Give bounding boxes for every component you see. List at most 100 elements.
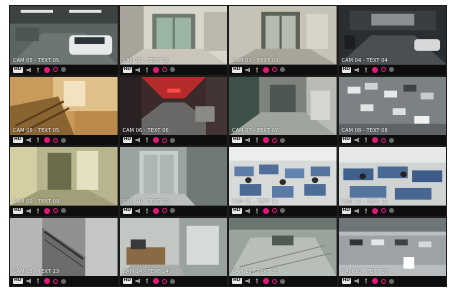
camera-tile[interactable]: CAM 03 - TEXT 03 HD <box>229 6 337 75</box>
camera-feed[interactable] <box>119 217 227 276</box>
status-dot-icon <box>389 278 395 284</box>
motion-icon <box>254 137 260 143</box>
hd-badge: HD <box>122 137 133 143</box>
alarm-icon <box>381 137 387 143</box>
camera-feed[interactable] <box>229 6 337 65</box>
audio-icon <box>245 137 251 143</box>
camera-status-bar: HD <box>119 64 227 75</box>
alarm-icon <box>162 278 168 284</box>
alarm-icon <box>162 67 168 72</box>
camera-tile[interactable]: CAM 13 - TEXT 13 HD <box>10 217 118 286</box>
record-icon <box>262 207 269 214</box>
motion-icon <box>35 67 41 73</box>
camera-feed[interactable] <box>10 6 118 65</box>
record-icon <box>372 137 379 143</box>
camera-status-bar: HD <box>10 276 118 286</box>
camera-feed[interactable] <box>229 147 337 206</box>
camera-status-bar: HD <box>119 205 227 216</box>
alarm-icon <box>52 67 58 72</box>
camera-tile[interactable]: CAM 02 - TEXT 02 HD <box>119 6 227 75</box>
camera-tile[interactable]: CAM 04 - TEXT 04 HD <box>338 6 446 75</box>
camera-label: CAM 08 - TEXT 08 <box>341 128 388 134</box>
alarm-icon <box>271 67 277 72</box>
hd-badge: HD <box>13 66 23 73</box>
motion-icon <box>254 67 260 73</box>
alarm-icon <box>381 208 387 213</box>
camera-feed[interactable] <box>10 76 118 135</box>
hd-badge: HD <box>232 137 242 143</box>
record-icon <box>153 66 160 73</box>
camera-label: CAM 15 - TEXT 15 <box>232 269 279 275</box>
camera-label: CAM 13 - TEXT 13 <box>13 269 60 275</box>
hd-badge: HD <box>122 278 133 284</box>
camera-feed[interactable] <box>10 147 118 206</box>
record-icon <box>43 137 50 143</box>
status-dot-icon <box>279 137 285 143</box>
alarm-icon <box>52 208 58 213</box>
record-icon <box>372 66 379 73</box>
camera-feed[interactable] <box>119 76 227 135</box>
camera-label: CAM 04 - TEXT 04 <box>341 57 388 64</box>
motion-icon <box>144 137 150 143</box>
camera-tile[interactable]: CAM 16 - TEXT 16 HD <box>338 217 446 286</box>
camera-label: CAM 09 - TEXT 09 <box>13 198 60 205</box>
hd-badge: HD <box>13 207 23 214</box>
camera-feed[interactable] <box>229 76 337 135</box>
camera-feed[interactable] <box>119 6 227 65</box>
record-icon <box>262 137 269 143</box>
audio-icon <box>135 208 141 214</box>
camera-feed[interactable] <box>338 147 446 206</box>
camera-tile[interactable]: CAM 15 - TEXT 15 HD <box>229 217 337 286</box>
motion-icon <box>144 278 150 284</box>
camera-feed[interactable] <box>229 217 337 276</box>
camera-label: CAM 10 - TEXT 10 <box>122 198 169 205</box>
camera-label: CAM 02 - TEXT 02 <box>122 57 169 64</box>
status-dot-icon <box>389 137 395 143</box>
motion-icon <box>363 137 369 143</box>
camera-tile[interactable]: CAM 08 - TEXT 08 HD <box>338 76 446 145</box>
hd-badge: HD <box>122 207 133 214</box>
camera-tile[interactable]: CAM 07 - TEXT 07 HD <box>229 76 337 145</box>
camera-label: CAM 14 - TEXT 14 <box>122 269 169 275</box>
camera-feed[interactable] <box>338 6 446 65</box>
alarm-icon <box>381 278 387 284</box>
hd-badge: HD <box>341 66 352 73</box>
camera-tile[interactable]: CAM 06 - TEXT 06 HD <box>119 76 227 145</box>
record-icon <box>372 207 379 214</box>
status-dot-icon <box>60 137 66 143</box>
audio-icon <box>26 278 32 284</box>
camera-tile[interactable]: CAM 10 - TEXT 10 HD <box>119 147 227 216</box>
alarm-icon <box>52 278 58 284</box>
camera-feed[interactable] <box>10 217 118 276</box>
camera-tile[interactable]: CAM 11 - TEXT 11 HD <box>229 147 337 216</box>
audio-icon <box>26 67 32 73</box>
camera-tile[interactable]: CAM 05 - TEXT 05 HD <box>10 76 118 145</box>
camera-feed[interactable] <box>119 147 227 206</box>
camera-label: CAM 03 - TEXT 03 <box>232 57 279 64</box>
alarm-icon <box>271 278 277 284</box>
status-dot-icon <box>279 278 285 284</box>
camera-status-bar: HD <box>10 205 118 216</box>
motion-icon <box>144 208 150 214</box>
record-icon <box>153 278 160 284</box>
hd-badge: HD <box>122 66 133 73</box>
camera-status-bar: HD <box>338 276 446 286</box>
camera-label: CAM 16 - TEXT 16 <box>341 269 388 275</box>
motion-icon <box>144 67 150 73</box>
status-dot-icon <box>279 208 285 213</box>
camera-tile[interactable]: CAM 05 - TEXT 05 HD <box>10 6 118 75</box>
camera-feed[interactable] <box>338 217 446 276</box>
camera-feed[interactable] <box>338 76 446 135</box>
record-icon <box>43 66 50 73</box>
status-dot-icon <box>60 67 66 72</box>
audio-icon <box>26 137 32 143</box>
alarm-icon <box>271 137 277 143</box>
camera-label: CAM 05 - TEXT 05 <box>13 57 60 64</box>
camera-tile[interactable]: CAM 12 - TEXT 12 HD <box>338 147 446 216</box>
alarm-icon <box>381 67 387 72</box>
status-dot-icon <box>170 278 176 284</box>
hd-badge: HD <box>232 278 242 284</box>
camera-tile[interactable]: CAM 14 - TEXT 14 HD <box>119 217 227 286</box>
camera-tile[interactable]: CAM 09 - TEXT 09 HD <box>10 147 118 216</box>
hd-badge: HD <box>232 207 242 214</box>
